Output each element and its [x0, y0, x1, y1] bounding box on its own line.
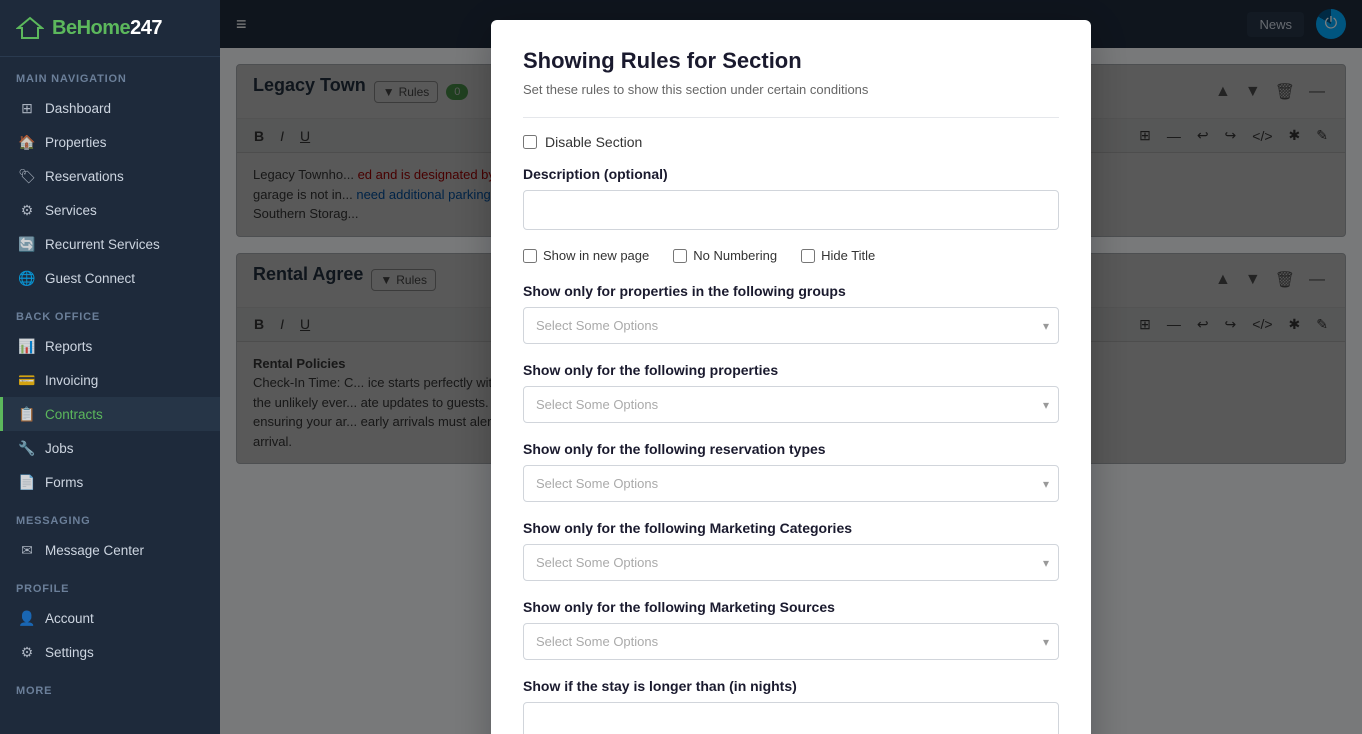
properties-select-wrapper: Select Some Options	[523, 386, 1059, 423]
no-numbering-checkbox[interactable]	[673, 249, 687, 263]
properties-select[interactable]: Select Some Options	[523, 386, 1059, 423]
sidebar-item-dashboard[interactable]: ⊞ Dashboard	[0, 91, 220, 125]
sidebar-item-contracts[interactable]: 📋 Contracts	[0, 397, 220, 431]
modal-overlay[interactable]: Showing Rules for Section Set these rule…	[220, 0, 1362, 734]
forms-icon: 📄	[19, 474, 35, 490]
sidebar-item-label: Dashboard	[45, 101, 111, 116]
sidebar-item-label: Services	[45, 203, 97, 218]
marketing-categories-select-wrapper: Select Some Options	[523, 544, 1059, 581]
marketing-sources-select-wrapper: Select Some Options	[523, 623, 1059, 660]
sidebar-item-guest-connect[interactable]: 🌐 Guest Connect	[0, 261, 220, 295]
sidebar-item-label: Forms	[45, 475, 83, 490]
marketing-sources-label: Show only for the following Marketing So…	[523, 599, 1059, 615]
main-area: ≡ News Legacy Town ▼ Rules 0 ▲ ▼ 🗑 —	[220, 0, 1362, 734]
disable-section-checkbox[interactable]	[523, 135, 537, 149]
messaging-label: Messaging	[0, 499, 220, 533]
disable-section-row: Disable Section	[523, 134, 1059, 150]
sidebar-item-label: Message Center	[45, 543, 144, 558]
message-center-icon: ✉	[19, 542, 35, 558]
hide-title-label[interactable]: Hide Title	[821, 248, 875, 263]
disable-section-label[interactable]: Disable Section	[545, 134, 642, 150]
sidebar-item-label: Recurrent Services	[45, 237, 160, 252]
show-new-page-label[interactable]: Show in new page	[543, 248, 649, 263]
sidebar-item-label: Reservations	[45, 169, 124, 184]
sidebar-item-label: Settings	[45, 645, 94, 660]
marketing-categories-group: Show only for the following Marketing Ca…	[523, 520, 1059, 581]
properties-label: Show only for the following properties	[523, 362, 1059, 378]
account-icon: 👤	[19, 610, 35, 626]
properties-icon: 🏠	[19, 134, 35, 150]
sidebar-item-label: Properties	[45, 135, 107, 150]
modal-divider-1	[523, 117, 1059, 118]
sidebar-item-label: Guest Connect	[45, 271, 135, 286]
property-groups-select[interactable]: Select Some Options	[523, 307, 1059, 344]
sidebar-item-services[interactable]: ⚙ Services	[0, 193, 220, 227]
sidebar-item-label: Account	[45, 611, 94, 626]
profile-label: Profile	[0, 567, 220, 601]
sidebar-item-jobs[interactable]: 🔧 Jobs	[0, 431, 220, 465]
hide-title-check: Hide Title	[801, 248, 875, 263]
stay-longer-group: Show if the stay is longer than (in nigh…	[523, 678, 1059, 734]
reservation-types-select-wrapper: Select Some Options	[523, 465, 1059, 502]
modal-subtitle: Set these rules to show this section und…	[523, 82, 1059, 97]
sidebar-item-reports[interactable]: 📊 Reports	[0, 329, 220, 363]
back-office-label: Back Office	[0, 295, 220, 329]
dashboard-icon: ⊞	[19, 100, 35, 116]
sidebar-item-reservations[interactable]: 🏷 Reservations	[0, 159, 220, 193]
sidebar-item-label: Invoicing	[45, 373, 98, 388]
sidebar-item-account[interactable]: 👤 Account	[0, 601, 220, 635]
contracts-icon: 📋	[19, 406, 35, 422]
settings-icon: ⚙	[19, 644, 35, 660]
sidebar-item-recurrent-services[interactable]: 🔄 Recurrent Services	[0, 227, 220, 261]
sidebar-item-settings[interactable]: ⚙ Settings	[0, 635, 220, 669]
property-groups-label: Show only for properties in the followin…	[523, 283, 1059, 299]
invoicing-icon: 💳	[19, 372, 35, 388]
modal-title: Showing Rules for Section	[523, 48, 1059, 74]
recurrent-icon: 🔄	[19, 236, 35, 252]
marketing-categories-label: Show only for the following Marketing Ca…	[523, 520, 1059, 536]
sidebar-item-properties[interactable]: 🏠 Properties	[0, 125, 220, 159]
reservations-icon: 🏷	[19, 168, 35, 184]
sidebar-item-message-center[interactable]: ✉ Message Center	[0, 533, 220, 567]
more-label: More	[0, 669, 220, 703]
stay-longer-label: Show if the stay is longer than (in nigh…	[523, 678, 1059, 694]
inline-checkboxes: Show in new page No Numbering Hide Title	[523, 248, 1059, 263]
marketing-categories-select[interactable]: Select Some Options	[523, 544, 1059, 581]
stay-longer-input[interactable]	[523, 702, 1059, 734]
main-nav-label: Main Navigation	[0, 57, 220, 91]
services-icon: ⚙	[19, 202, 35, 218]
sidebar-item-label: Contracts	[45, 407, 103, 422]
show-new-page-checkbox[interactable]	[523, 249, 537, 263]
reservation-types-label: Show only for the following reservation …	[523, 441, 1059, 457]
sidebar-item-invoicing[interactable]: 💳 Invoicing	[0, 363, 220, 397]
reports-icon: 📊	[19, 338, 35, 354]
no-numbering-label[interactable]: No Numbering	[693, 248, 777, 263]
property-groups-group: Show only for properties in the followin…	[523, 283, 1059, 344]
sidebar-item-forms[interactable]: 📄 Forms	[0, 465, 220, 499]
reservation-types-select[interactable]: Select Some Options	[523, 465, 1059, 502]
sidebar-item-label: Reports	[45, 339, 92, 354]
logo: BeHome247	[0, 0, 220, 57]
show-new-page-check: Show in new page	[523, 248, 649, 263]
description-group: Description (optional)	[523, 166, 1059, 230]
reservation-types-group: Show only for the following reservation …	[523, 441, 1059, 502]
logo-icon	[16, 14, 44, 42]
sidebar: BeHome247 Main Navigation ⊞ Dashboard 🏠 …	[0, 0, 220, 734]
sidebar-item-label: Jobs	[45, 441, 74, 456]
guest-connect-icon: 🌐	[19, 270, 35, 286]
marketing-sources-group: Show only for the following Marketing So…	[523, 599, 1059, 660]
description-label: Description (optional)	[523, 166, 1059, 182]
description-input[interactable]	[523, 190, 1059, 230]
logo-text: BeHome247	[52, 17, 162, 40]
marketing-sources-select[interactable]: Select Some Options	[523, 623, 1059, 660]
properties-group: Show only for the following properties S…	[523, 362, 1059, 423]
hide-title-checkbox[interactable]	[801, 249, 815, 263]
showing-rules-modal: Showing Rules for Section Set these rule…	[491, 20, 1091, 734]
property-groups-select-wrapper: Select Some Options	[523, 307, 1059, 344]
no-numbering-check: No Numbering	[673, 248, 777, 263]
jobs-icon: 🔧	[19, 440, 35, 456]
